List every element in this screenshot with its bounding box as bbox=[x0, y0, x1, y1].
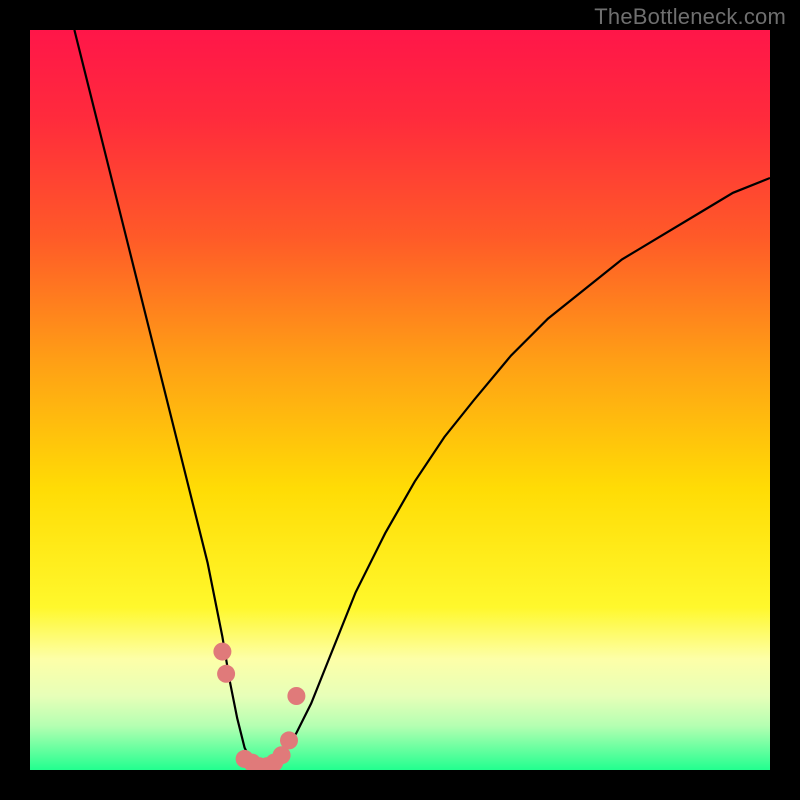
watermark-text: TheBottleneck.com bbox=[594, 4, 786, 30]
plot-svg bbox=[30, 30, 770, 770]
data-marker bbox=[280, 731, 298, 749]
plot-area bbox=[30, 30, 770, 770]
chart-frame: TheBottleneck.com bbox=[0, 0, 800, 800]
data-marker bbox=[217, 665, 235, 683]
data-marker bbox=[287, 687, 305, 705]
data-marker bbox=[213, 643, 231, 661]
gradient-background bbox=[30, 30, 770, 770]
